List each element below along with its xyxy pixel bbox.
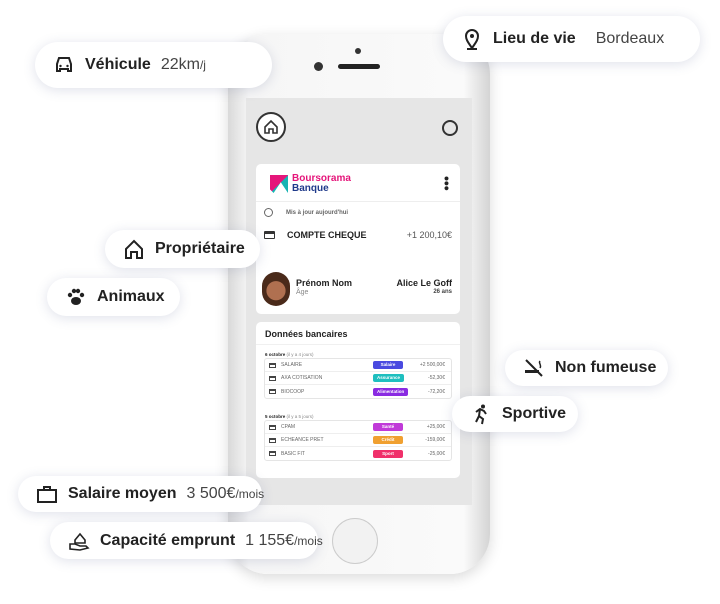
pill-value: 22km (160, 56, 200, 73)
transaction-row[interactable]: CPAM Santé +25,00€ (265, 421, 451, 434)
profile-sublabel: Âge (296, 289, 309, 296)
speaker (338, 64, 380, 69)
credit-card-icon (264, 231, 275, 239)
clock-icon (264, 208, 273, 217)
pill-vehicule: Véhicule 22km/j (35, 42, 272, 88)
pill-sportive: Sportive (452, 396, 578, 432)
category-tag: Alimentation (373, 387, 409, 396)
date-label: 5 octobre (265, 414, 286, 419)
date-label: 6 octobre (265, 352, 286, 357)
hand-money-icon (68, 530, 90, 552)
account-balance: +1 200,10€ (406, 230, 452, 240)
profile-card: Prénom Nom Âge Alice Le Goff 26 ans (256, 266, 460, 314)
transaction-list: SALAIRE Salaire +2 500,00€ AXA COTISATION As… (264, 358, 452, 399)
more-options-icon[interactable]: ••• (439, 176, 455, 191)
home-icon[interactable] (256, 112, 286, 142)
sensor (355, 48, 361, 54)
category-tag: Crédit (373, 436, 403, 444)
transaction-row[interactable]: BASIC FIT Sport -25,00€ (265, 447, 451, 460)
transaction-amount: +2 500,00€ (419, 362, 445, 368)
section-title: Données bancaires (265, 329, 348, 339)
transaction-label: BIOCOOP (281, 388, 305, 395)
update-status: Mis à jour aujourd'hui (286, 210, 349, 216)
pill-capacite-emprunt: Capacité emprunt 1 155€/mois (50, 522, 323, 559)
pill-value: Bordeaux (595, 30, 665, 47)
pill-label: Capacité emprunt (100, 531, 236, 549)
card-icon (269, 375, 276, 381)
app-screen: Boursorama Banque ••• Mis à jour aujourd'… (246, 98, 472, 505)
phone-mockup: Boursorama Banque ••• Mis à jour aujourd'… (228, 34, 490, 574)
car-icon (53, 54, 75, 76)
transaction-amount: -25,00€ (428, 450, 445, 457)
avatar (262, 272, 290, 306)
transaction-amount: -72,20€ (428, 388, 445, 395)
logo-text: Banque (292, 183, 329, 194)
user-icon[interactable] (442, 120, 458, 136)
transaction-date: 5 octobre (il y a 5 jours) (265, 414, 314, 419)
category-tag: Sport (373, 449, 403, 458)
transaction-list: CPAM Santé +25,00€ ECHEANCE PRET Crédit -159,… (264, 420, 452, 461)
pill-unit: /j (199, 58, 206, 72)
card-icon (269, 362, 276, 368)
camera (314, 62, 323, 71)
pill-label: Non fumeuse (555, 359, 657, 376)
transaction-amount: -52,30€ (428, 375, 445, 381)
pill-value: 3 500€ (186, 485, 236, 502)
pill-salaire-moyen: Salaire moyen 3 500€/mois (18, 476, 265, 512)
date-ago: (il y a 5 jours) (286, 414, 314, 419)
date-ago: (il y a 4 jours) (286, 352, 314, 357)
divider (256, 201, 460, 202)
account-name: COMPTE CHEQUE (287, 230, 367, 240)
transaction-label: AXA COTISATION (281, 375, 323, 381)
boursorama-logo: Boursorama Banque (270, 174, 351, 194)
pill-label: Propriétaire (155, 240, 245, 257)
pill-unit: /mois (294, 533, 323, 548)
pill-unit: /mois (235, 487, 265, 501)
transaction-row[interactable]: ECHEANCE PRET Crédit -159,00€ (265, 434, 451, 447)
briefcase-icon (36, 483, 58, 505)
card-icon (269, 437, 276, 443)
transaction-row[interactable]: SALAIRE Salaire +2 500,00€ (265, 359, 451, 372)
transaction-row[interactable]: BIOCOOP Alimentation -72,20€ (265, 385, 451, 398)
card-icon (269, 424, 276, 430)
profile-label: Prénom Nom (296, 278, 353, 288)
map-pin-icon (461, 28, 483, 50)
transaction-amount: -159,00€ (425, 437, 445, 443)
pill-label: Animaux (97, 288, 165, 305)
home-button (332, 518, 378, 564)
pill-label: Salaire moyen (68, 485, 177, 502)
house-icon (123, 238, 145, 260)
card-icon (269, 389, 276, 394)
running-icon (470, 403, 492, 425)
pill-proprietaire: Propriétaire (105, 230, 260, 268)
paw-icon (65, 286, 87, 308)
transaction-label: CPAM (281, 424, 296, 430)
pill-non-fumeuse: Non fumeuse (505, 350, 668, 386)
pill-lieu-de-vie: Lieu de vie Bordeaux (443, 16, 700, 62)
pill-label: Lieu de vie (493, 30, 576, 47)
card-icon (269, 451, 276, 456)
transaction-row[interactable]: AXA COTISATION Assurance -52,30€ (265, 372, 451, 385)
category-tag: Salaire (373, 361, 403, 369)
transaction-label: BASIC FIT (281, 450, 305, 457)
pill-animaux: Animaux (47, 278, 180, 316)
transaction-amount: +25,00€ (426, 424, 445, 430)
bank-data-card: Données bancaires 6 octobre (il y a 4 jo… (256, 322, 460, 478)
transaction-date: 6 octobre (il y a 4 jours) (265, 352, 314, 357)
category-tag: Assurance (373, 374, 405, 382)
pill-label: Sportive (502, 405, 567, 422)
profile-age: 26 ans (433, 289, 452, 295)
no-smoking-icon (523, 357, 545, 379)
profile-name: Alice Le Goff (396, 278, 452, 288)
pill-value: 1 155€ (245, 531, 295, 549)
pill-label: Véhicule (85, 56, 151, 73)
divider (256, 344, 460, 345)
category-tag: Santé (373, 423, 403, 431)
